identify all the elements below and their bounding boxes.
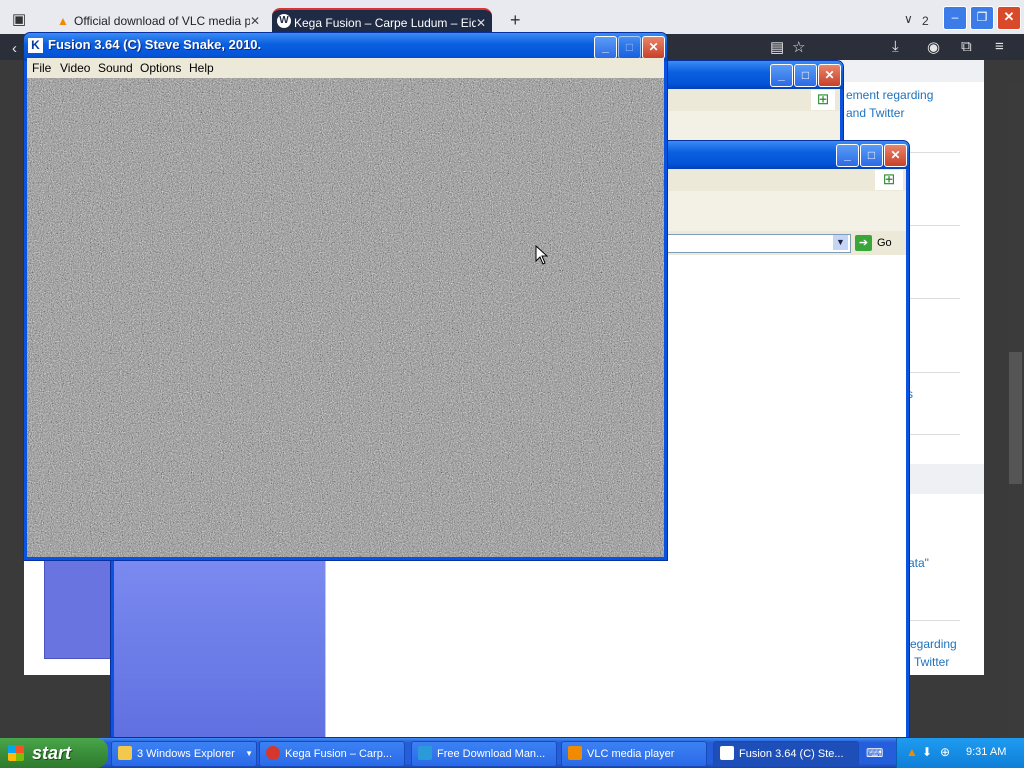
task-label: Fusion 3.64 (C) Ste... <box>739 748 844 760</box>
fusion-close-button[interactable]: ✕ <box>642 36 665 59</box>
explorer-minimize-button[interactable]: _ <box>770 64 793 87</box>
windows-logo-icon <box>8 745 24 761</box>
go-arrow-icon[interactable]: ➔ <box>855 235 872 251</box>
address-input[interactable] <box>651 234 851 253</box>
privacy-link-line2[interactable]: Twitter <box>914 655 949 669</box>
page-scrollbar-thumb[interactable] <box>1009 352 1022 484</box>
taskbar-item-fdm[interactable]: Free Download Man... <box>411 741 557 767</box>
menu-file[interactable]: File <box>32 61 51 75</box>
browser-maximize-button[interactable]: ❐ <box>970 6 994 30</box>
reader-mode-icon[interactable]: ▤ <box>770 38 784 56</box>
explorer-task-pane <box>114 561 326 737</box>
privacy-link-line1[interactable]: egarding <box>910 637 957 651</box>
taskbar-item-explorer[interactable]: 3 Windows Explorer ▼ <box>111 741 257 767</box>
tab-label: Official download of VLC media pl <box>74 14 254 28</box>
browser-tabstrip: ▣ ▲ Official download of VLC media pl ✕ … <box>0 0 1024 36</box>
mouse-cursor-icon <box>535 245 549 265</box>
keyboard-icon[interactable]: ⌨ <box>866 746 883 760</box>
vlc-cone-icon: ▲ <box>57 14 69 28</box>
explorer-close-button[interactable]: ✕ <box>818 64 841 87</box>
menu-help[interactable]: Help <box>189 61 214 75</box>
menu-video[interactable]: Video <box>60 61 90 75</box>
bookmark-star-icon[interactable]: ☆ <box>792 38 805 56</box>
wordpress-icon: W <box>277 14 291 28</box>
fusion-menubar: File Video Sound Options Help <box>27 58 664 78</box>
fdm-icon <box>418 746 432 760</box>
divider <box>908 372 960 373</box>
page-image-purple <box>44 560 112 659</box>
maximize-icon: □ <box>625 40 634 54</box>
divider <box>908 434 960 435</box>
kega-icon <box>720 746 734 760</box>
vlc-icon <box>568 746 582 760</box>
tab-count: 2 <box>922 14 929 28</box>
menu-sound[interactable]: Sound <box>98 61 133 75</box>
window-title: Fusion 3.64 (C) Steve Snake, 2010. <box>48 37 262 52</box>
task-label: VLC media player <box>587 748 675 760</box>
start-label: start <box>32 743 72 763</box>
tab-list-chevron-icon[interactable]: ∨ <box>904 12 913 26</box>
tab-vlc[interactable]: ▲ Official download of VLC media pl ✕ <box>52 8 266 34</box>
folder-icon <box>118 746 132 760</box>
explorer-close-button[interactable]: ✕ <box>884 144 907 167</box>
new-tab-button[interactable]: + <box>510 10 521 31</box>
maximize-icon: □ <box>801 68 810 82</box>
minimize-icon: _ <box>778 68 785 82</box>
page-text-fragment: ata" <box>908 556 929 570</box>
maximize-icon: ❐ <box>976 10 988 24</box>
account-icon[interactable]: ◉ <box>927 38 940 56</box>
tab-close-icon[interactable]: ✕ <box>249 8 260 34</box>
system-clock: 9:31 AM <box>966 746 1007 758</box>
minimize-icon: _ <box>602 40 609 54</box>
extensions-icon[interactable]: ⧉ <box>961 38 972 55</box>
browser-close-button[interactable]: ✕ <box>997 6 1021 30</box>
task-label: Free Download Man... <box>437 748 546 760</box>
back-arrow-icon[interactable]: ‹ <box>12 40 17 57</box>
menu-options[interactable]: Options <box>140 61 181 75</box>
privacy-link-line1[interactable]: ement regarding <box>846 88 933 102</box>
task-label: Kega Fusion – Carp... <box>285 748 393 760</box>
fdm-tray-icon[interactable]: ⬇ <box>922 745 932 759</box>
address-dropdown-button[interactable]: ▼ <box>833 235 848 250</box>
kega-app-icon: K <box>28 38 43 53</box>
emulator-static-screen[interactable] <box>27 78 664 557</box>
close-icon: ✕ <box>890 148 901 162</box>
maximize-icon: □ <box>867 148 876 162</box>
close-icon: ✕ <box>648 40 659 54</box>
fusion-maximize-button[interactable]: □ <box>618 36 641 59</box>
divider <box>908 298 960 299</box>
minimize-icon: – <box>951 10 959 24</box>
group-arrow-icon: ▼ <box>245 749 253 758</box>
opera-icon <box>266 746 280 760</box>
windows-flag-icon: ⊞ <box>811 90 835 110</box>
vlc-tray-icon[interactable]: ▲ <box>906 745 918 759</box>
fusion-minimize-button[interactable]: _ <box>594 36 617 59</box>
explorer-minimize-button[interactable]: _ <box>836 144 859 167</box>
close-icon: ✕ <box>824 68 835 82</box>
go-button[interactable]: Go <box>877 237 892 249</box>
minimize-icon: _ <box>844 148 851 162</box>
close-icon: ✕ <box>1003 9 1015 24</box>
task-label: 3 Windows Explorer <box>137 748 235 760</box>
windows-flag-icon: ⊞ <box>875 170 903 190</box>
menu-icon[interactable]: ≡ <box>995 38 1004 55</box>
taskbar-item-fusion[interactable]: Fusion 3.64 (C) Ste... <box>713 741 859 767</box>
explorer-maximize-button[interactable]: □ <box>794 64 817 87</box>
taskbar-item-opera[interactable]: Kega Fusion – Carp... <box>259 741 405 767</box>
download-icon[interactable]: ⤓ <box>892 38 899 55</box>
privacy-link-line2[interactable]: and Twitter <box>846 106 904 120</box>
tab-search-icon[interactable]: ▣ <box>12 10 26 28</box>
start-button[interactable]: start <box>0 738 108 768</box>
divider <box>908 225 960 226</box>
explorer-maximize-button[interactable]: □ <box>860 144 883 167</box>
fusion-window: K Fusion 3.64 (C) Steve Snake, 2010. _ □… <box>23 32 668 561</box>
browser-minimize-button[interactable]: – <box>943 6 967 30</box>
divider <box>908 152 960 153</box>
divider <box>908 620 960 621</box>
network-tray-icon[interactable]: ⊕ <box>940 745 950 759</box>
taskbar-item-vlc[interactable]: VLC media player <box>561 741 707 767</box>
